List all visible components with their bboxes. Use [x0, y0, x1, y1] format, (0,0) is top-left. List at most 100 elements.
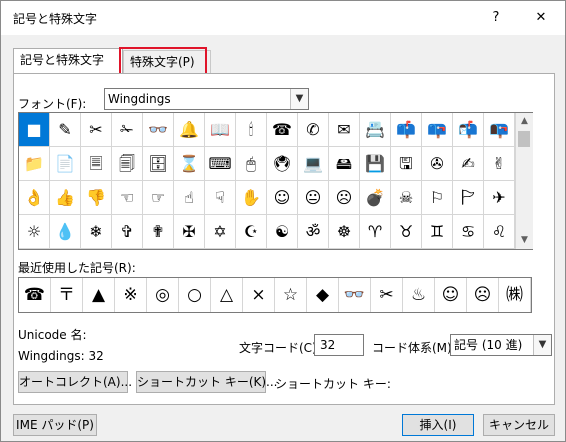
symbol-cell[interactable]: ✡	[205, 215, 236, 249]
symbol-cell[interactable]: ✌	[484, 147, 515, 181]
recent-symbol-cell[interactable]: 〒	[51, 278, 83, 312]
recent-symbol-cell[interactable]: ○	[179, 278, 211, 312]
code-system-select[interactable]: 記号 (10 進) ▼	[450, 334, 552, 356]
ime-pad-button[interactable]: IME パッド(P)	[13, 414, 97, 436]
font-select[interactable]: Wingdings ▼	[104, 88, 309, 110]
symbol-cell[interactable]: 📫	[391, 113, 422, 147]
symbol-cell[interactable]: 💣	[360, 181, 391, 215]
chevron-down-icon[interactable]: ▼	[290, 89, 308, 109]
symbol-cell[interactable]: 📄	[50, 147, 81, 181]
symbol-cell[interactable]: ☠	[391, 181, 422, 215]
scroll-down-icon[interactable]: ▼	[516, 232, 533, 249]
symbol-cell[interactable]: ✂	[81, 113, 112, 147]
symbol-cell[interactable]: ✞	[112, 215, 143, 249]
symbol-cell[interactable]: 🖫	[391, 147, 422, 181]
symbol-cell[interactable]: ☜	[112, 181, 143, 215]
symbol-cell[interactable]: 📬	[453, 113, 484, 147]
symbol-cell[interactable]: ✟	[143, 215, 174, 249]
symbol-cell[interactable]: ☺	[267, 181, 298, 215]
shortcut-key-button[interactable]: ショートカット キー(K)...	[136, 371, 278, 393]
symbol-cell[interactable]: ■	[19, 113, 50, 147]
symbol-cell[interactable]: 😐	[298, 181, 329, 215]
symbol-cell[interactable]: 🖱	[236, 147, 267, 181]
symbol-cell[interactable]: 📭	[484, 113, 515, 147]
symbol-cell[interactable]: ☪	[236, 215, 267, 249]
symbol-cell[interactable]: 🗄	[143, 147, 174, 181]
symbol-cell[interactable]: ♋	[453, 215, 484, 249]
insert-button[interactable]: 挿入(I)	[402, 414, 474, 436]
symbol-cell[interactable]: ☞	[143, 181, 174, 215]
symbol-cell[interactable]: ✍	[453, 147, 484, 181]
tab-symbols[interactable]: 記号と特殊文字(S)	[13, 48, 123, 89]
symbol-cell[interactable]: 📇	[360, 113, 391, 147]
symbol-cell[interactable]: ☸	[329, 215, 360, 249]
symbol-cell[interactable]: ✉	[329, 113, 360, 147]
symbol-cell[interactable]: ✠	[174, 215, 205, 249]
symbol-cell[interactable]: 👓	[143, 113, 174, 147]
recent-symbol-cell[interactable]: ▲	[83, 278, 115, 312]
symbol-cell[interactable]: ☎	[267, 113, 298, 147]
help-icon[interactable]: ?	[481, 7, 511, 29]
scroll-thumb[interactable]	[518, 131, 530, 147]
symbol-cell[interactable]: ☯	[267, 215, 298, 249]
recent-symbol-cell[interactable]: ㈱	[499, 278, 531, 312]
recent-symbol-cell[interactable]: ◎	[147, 278, 179, 312]
symbol-cell[interactable]: 🖲	[267, 147, 298, 181]
symbol-cell[interactable]: ⚐	[422, 181, 453, 215]
symbol-cell[interactable]: ♊	[422, 215, 453, 249]
symbol-cell[interactable]: 👍	[50, 181, 81, 215]
recent-symbol-cell[interactable]: 👓	[339, 278, 371, 312]
symbol-cell[interactable]: 📪	[422, 113, 453, 147]
symbol-grid: ■ ✎ ✂ ✁ 👓 🔔 📖 🕯 ☎ ✆ ✉ 📇 📫 📪 📬 📭 📁 📄 🗏 🗐 🗄 ⌛ ⌨ 🖱 🖲 💻 🖴 💾 🖫 ✇ ✍ ✌ 👌 👍 👎 ☜ ☞ ☝ ☟ ✋…	[18, 112, 533, 250]
symbol-cell[interactable]: ✆	[298, 113, 329, 147]
recent-symbol-cell[interactable]: ☆	[275, 278, 307, 312]
symbol-cell[interactable]: 👎	[81, 181, 112, 215]
symbol-cell[interactable]: 🔔	[174, 113, 205, 147]
symbol-cell[interactable]: ❄	[81, 215, 112, 249]
recent-symbol-cell[interactable]: ×	[243, 278, 275, 312]
recent-symbol-cell[interactable]: △	[211, 278, 243, 312]
symbol-cell[interactable]: 💾	[360, 147, 391, 181]
close-icon[interactable]: ✕	[526, 7, 556, 29]
cancel-button[interactable]: キャンセル	[483, 414, 555, 436]
recent-symbol-cell[interactable]: ※	[115, 278, 147, 312]
symbol-cell[interactable]: ⌨	[205, 147, 236, 181]
symbol-cell[interactable]: 🗐	[112, 147, 143, 181]
symbol-cell[interactable]: 📖	[205, 113, 236, 147]
symbol-cell[interactable]: ♉	[391, 215, 422, 249]
symbol-cell[interactable]: 📁	[19, 147, 50, 181]
recent-symbol-cell[interactable]: ☹	[467, 278, 499, 312]
symbol-cell[interactable]: 👌	[19, 181, 50, 215]
symbol-cell[interactable]: ☝	[174, 181, 205, 215]
autocorrect-button[interactable]: オートコレクト(A)...	[18, 371, 132, 393]
char-code-input[interactable]: 32	[314, 334, 364, 356]
symbol-cell[interactable]: ♈	[360, 215, 391, 249]
symbol-cell[interactable]: 💻	[298, 147, 329, 181]
symbol-cell[interactable]: ✁	[112, 113, 143, 147]
recent-symbol-cell[interactable]: ☺	[435, 278, 467, 312]
symbol-cells: ■ ✎ ✂ ✁ 👓 🔔 📖 🕯 ☎ ✆ ✉ 📇 📫 📪 📬 📭 📁 📄 🗏 🗐 🗄 ⌛ ⌨ 🖱 🖲 💻 🖴 💾 🖫 ✇ ✍ ✌ 👌 👍 👎 ☜ ☞ ☝ ☟ ✋…	[19, 113, 515, 249]
symbol-cell[interactable]: 🖴	[329, 147, 360, 181]
symbol-grid-scrollbar[interactable]: ▲ ▼	[515, 113, 533, 249]
symbol-cell[interactable]: ♌	[484, 215, 515, 249]
symbol-cell[interactable]: ☹	[329, 181, 360, 215]
scroll-up-icon[interactable]: ▲	[516, 113, 533, 130]
symbol-cell[interactable]: ✋	[236, 181, 267, 215]
recent-symbol-cell[interactable]: ✂	[371, 278, 403, 312]
code-system-label: コード体系(M):	[372, 341, 456, 355]
recent-symbol-cell[interactable]: ☎	[19, 278, 51, 312]
symbol-cell[interactable]: 🏱	[453, 181, 484, 215]
symbol-cell[interactable]: ☟	[205, 181, 236, 215]
recent-symbol-cell[interactable]: ♨	[403, 278, 435, 312]
symbol-cell[interactable]: ✎	[50, 113, 81, 147]
symbol-cell[interactable]: ☼	[19, 215, 50, 249]
symbol-cell[interactable]: ✈	[484, 181, 515, 215]
recent-symbol-cell[interactable]: ◆	[307, 278, 339, 312]
symbol-cell[interactable]: 💧	[50, 215, 81, 249]
symbol-cell[interactable]: ✇	[422, 147, 453, 181]
symbol-cell[interactable]: 🕯	[236, 113, 267, 147]
chevron-down-icon[interactable]: ▼	[533, 335, 551, 355]
symbol-cell[interactable]: ॐ	[298, 215, 329, 249]
symbol-cell[interactable]: 🗏	[81, 147, 112, 181]
symbol-cell[interactable]: ⌛	[174, 147, 205, 181]
